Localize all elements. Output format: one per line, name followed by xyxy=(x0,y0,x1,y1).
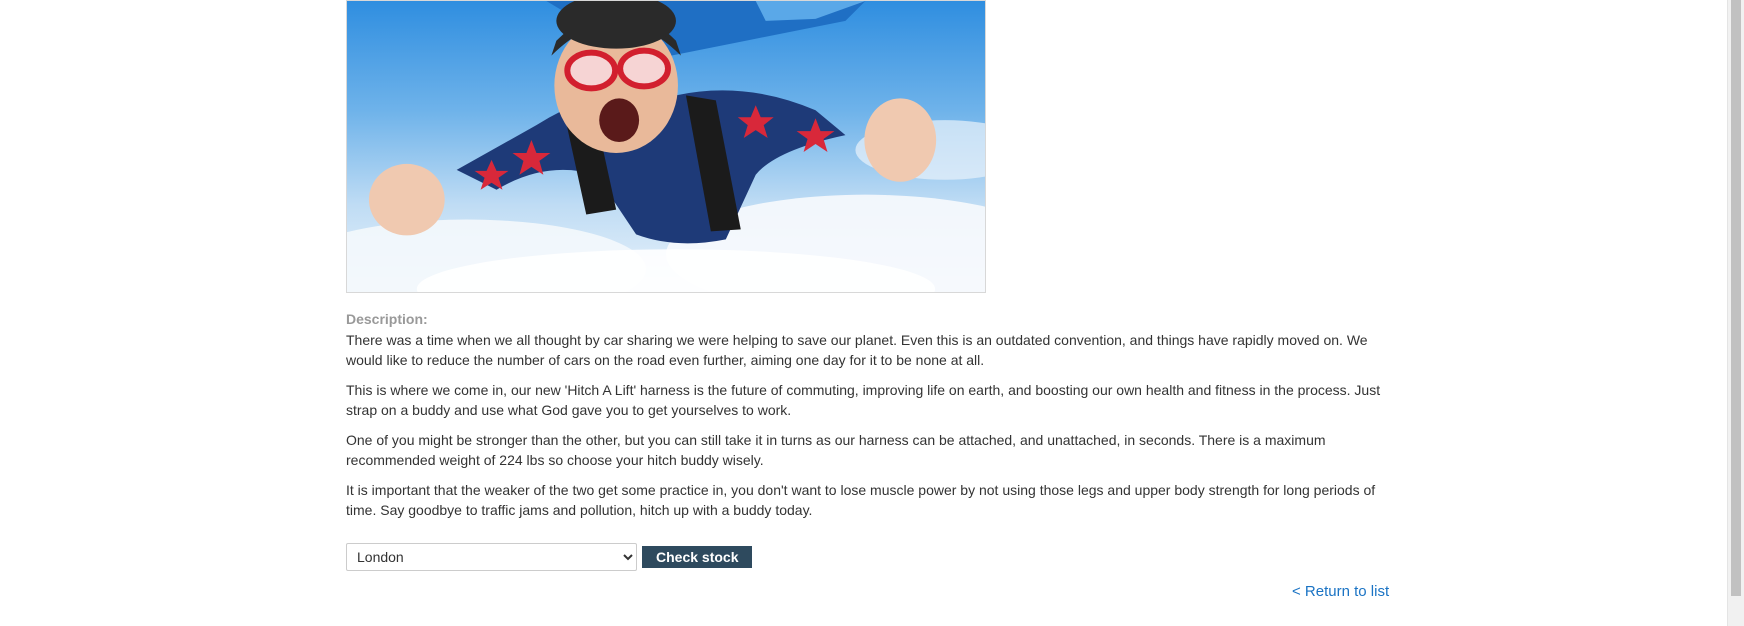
vertical-scrollbar[interactable] xyxy=(1727,0,1744,626)
description-label: Description: xyxy=(346,311,428,327)
product-page: Description: There was a time when we al… xyxy=(0,0,1744,626)
return-to-list-link[interactable]: < Return to list xyxy=(1292,583,1389,600)
description-paragraph: It is important that the weaker of the t… xyxy=(346,482,1376,518)
skydivers-illustration xyxy=(347,1,985,292)
stock-check-form: London Check stock xyxy=(346,543,753,571)
store-select[interactable]: London xyxy=(346,543,637,571)
description-paragraph: One of you might be stronger than the ot… xyxy=(346,432,1326,468)
scrollbar-thumb[interactable] xyxy=(1731,0,1741,596)
check-stock-button[interactable]: Check stock xyxy=(642,546,753,568)
product-description: There was a time when we all thought by … xyxy=(346,330,1396,530)
description-paragraph: There was a time when we all thought by … xyxy=(346,332,1368,368)
description-paragraph: This is where we come in, our new 'Hitch… xyxy=(346,382,1381,418)
product-image xyxy=(346,0,986,293)
